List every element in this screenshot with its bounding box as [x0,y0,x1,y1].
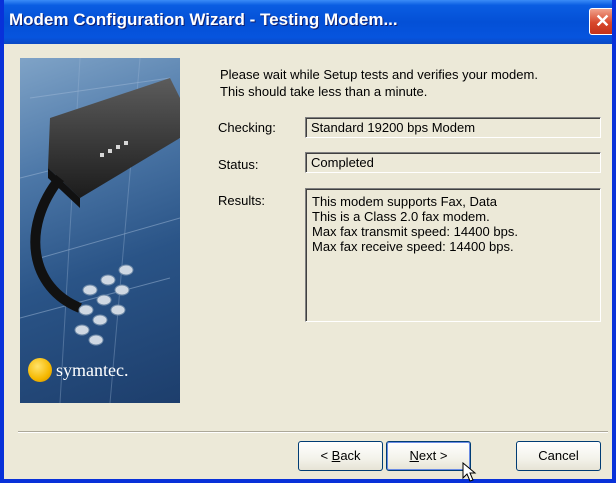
title-bar[interactable]: Modem Configuration Wizard - Testing Mod… [4,0,612,44]
next-rest: ext > [418,448,448,463]
close-icon: ✕ [594,11,611,31]
window-title: Modem Configuration Wizard - Testing Mod… [9,10,398,29]
next-mnemonic: N [409,448,419,463]
back-button[interactable]: < Back [298,441,383,471]
results-line: Max fax receive speed: 14400 bps. [312,239,514,254]
mouse-cursor-icon [462,462,477,482]
cancel-button[interactable]: Cancel [516,441,601,471]
wizard-banner-image: symantec. [20,58,180,403]
results-line: This is a Class 2.0 fax modem. [312,209,490,224]
modem-illustration [20,58,180,403]
back-rest: ack [340,448,361,463]
next-button[interactable]: Next > [386,441,471,471]
results-line: Max fax transmit speed: 14400 bps. [312,224,518,239]
results-label: Results: [218,193,265,208]
checking-label: Checking: [218,120,276,135]
status-field: Completed [305,152,601,173]
brand-name: symantec. [56,360,129,380]
separator [18,431,608,433]
intro-line-2: This should take less than a minute. [220,84,428,99]
back-prefix: < [320,448,332,463]
status-value: Completed [311,155,374,170]
close-button[interactable]: ✕ [589,8,612,35]
results-box[interactable]: This modem supports Fax, Data This is a … [305,188,601,322]
intro-line-1: Please wait while Setup tests and verifi… [220,67,538,82]
checking-field: Standard 19200 bps Modem [305,117,601,138]
symantec-logo-icon [28,358,52,382]
cancel-label: Cancel [538,448,579,463]
status-label: Status: [218,157,259,172]
intro-text: Please wait while Setup tests and verifi… [220,66,600,100]
checking-value: Standard 19200 bps Modem [311,120,476,135]
results-line: This modem supports Fax, Data [312,194,497,209]
